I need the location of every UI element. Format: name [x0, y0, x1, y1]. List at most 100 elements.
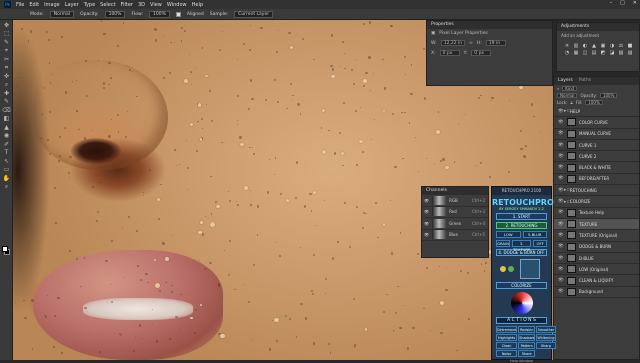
grain-button[interactable]: GRAIN	[496, 240, 510, 247]
adjustment-icon[interactable]: ◫	[581, 50, 589, 56]
type-tool-icon[interactable]: T	[2, 149, 11, 156]
menu-view[interactable]: View	[150, 2, 162, 8]
layer-row[interactable]: 👁︎ TEXTURE	[554, 218, 639, 231]
move-tool-icon[interactable]: ✥	[2, 22, 11, 29]
marquee-tool-icon[interactable]: ⬚	[2, 30, 11, 37]
visibility-eye-icon[interactable]: 👁︎	[558, 120, 564, 125]
link-icon[interactable]: ∞	[469, 41, 473, 46]
texture-off-button[interactable]: OFF	[533, 240, 547, 247]
channel-row[interactable]: 👁︎ Blue Ctrl+5	[422, 230, 488, 241]
layer-row[interactable]: 👁︎ CLEAN & LIQUIFY	[554, 275, 639, 287]
action-button[interactable]: Pattern	[518, 342, 536, 349]
layer-row[interactable]: 👁︎ Texture Help	[554, 208, 639, 219]
layer-row[interactable]: 👁︎ Background	[554, 287, 639, 299]
visibility-eye-icon[interactable]: 👁︎	[558, 210, 564, 215]
visibility-eye-icon[interactable]: 👁︎	[558, 278, 564, 283]
action-button[interactable]: Share	[518, 350, 536, 357]
menu-select[interactable]: Select	[100, 2, 115, 8]
hand-tool-icon[interactable]: ✋	[2, 175, 11, 182]
adjustment-icon[interactable]: ◐	[581, 43, 589, 49]
layer-row[interactable]: 👁︎ CURVE 1	[554, 140, 639, 152]
adjustment-icon[interactable]: ▣	[599, 43, 607, 49]
layer-row[interactable]: 👁︎ DODGE & BURN	[554, 242, 639, 253]
visibility-eye-icon[interactable]: 👁︎	[424, 221, 429, 226]
x-field[interactable]: 0 px	[439, 50, 460, 56]
layer-row[interactable]: 👁︎ BEFORE/AFTER	[554, 174, 639, 186]
dodge-tool-icon[interactable]: ✐	[2, 141, 11, 148]
visibility-eye-icon[interactable]: 👁︎	[558, 267, 564, 272]
layer-row[interactable]: 👁︎ TEXTURE (Original)	[554, 230, 639, 242]
crop-tool-icon[interactable]: ✂	[2, 56, 11, 63]
adjustment-icon[interactable]: ▦	[572, 50, 580, 56]
layer-row[interactable]: 👁︎ ▸▭ COLORIZE	[554, 196, 639, 208]
quick-select-tool-icon[interactable]: ⌖	[2, 47, 11, 54]
adjustment-icon[interactable]: ▧	[617, 50, 625, 56]
shape-tool-icon[interactable]: ▭	[2, 166, 11, 173]
lock-icon[interactable]: 🔒︎	[570, 100, 572, 105]
action-button[interactable]: Noise	[496, 350, 518, 357]
lasso-tool-icon[interactable]: ✎	[2, 39, 11, 46]
adjustment-icon[interactable]: ▨	[626, 50, 634, 56]
action-button[interactable]: Dirtremove	[496, 326, 518, 333]
visibility-eye-icon[interactable]: 👁︎	[558, 143, 564, 148]
adjustment-icon[interactable]: ◔	[563, 50, 571, 56]
layer-row[interactable]: 👁︎ CURVE 2	[554, 151, 639, 163]
aligned-checkbox[interactable]	[175, 11, 181, 17]
menu-layer[interactable]: Layer	[65, 2, 79, 8]
color-wheel-icon[interactable]	[510, 292, 533, 314]
blur-tool-icon[interactable]: ◉	[2, 132, 11, 139]
visibility-eye-icon[interactable]: 👁︎	[558, 244, 564, 249]
layer-row[interactable]: 👁︎ ▸▭ RETOUCHING	[554, 185, 639, 197]
history-brush-tool-icon[interactable]: ⌫	[2, 107, 11, 114]
path-select-tool-icon[interactable]: ↖	[2, 158, 11, 165]
gradient-tool-icon[interactable]: ▲	[2, 124, 11, 131]
low-button[interactable]: LOW	[496, 231, 521, 238]
adjustment-icon[interactable]: ▥	[572, 43, 580, 49]
menu-image[interactable]: Image	[44, 2, 60, 8]
visibility-eye-icon[interactable]: 👁︎	[558, 176, 564, 181]
adjustment-icon[interactable]: ■	[626, 43, 634, 49]
action-button[interactable]: Sharp	[536, 342, 556, 349]
layer-row[interactable]: 👁︎ ▸▭ HELP	[554, 106, 639, 118]
visibility-eye-icon[interactable]: 👁︎	[558, 289, 564, 294]
maximize-icon[interactable]: □	[620, 0, 625, 6]
channel-row[interactable]: 👁︎ Red Ctrl+3	[422, 207, 488, 218]
adjustment-icon[interactable]: ▲	[590, 43, 598, 49]
mode-select[interactable]: Normal	[49, 10, 75, 18]
blend-mode-select[interactable]: Normal	[557, 93, 578, 98]
visibility-eye-icon[interactable]: 👁︎	[558, 222, 564, 227]
visibility-eye-icon[interactable]: 👁︎	[558, 131, 564, 136]
kind-filter[interactable]: Kind	[562, 86, 578, 91]
menu-filter[interactable]: Filter	[121, 2, 133, 8]
visibility-eye-icon[interactable]: 👁︎	[424, 209, 429, 214]
y-field[interactable]: 0 px	[471, 50, 492, 56]
clone-stamp-tool-icon[interactable]: ✎	[2, 98, 11, 105]
s-blur-button[interactable]: S-BLUR	[522, 231, 547, 238]
texture-button[interactable]: 3. TEXTURE	[511, 240, 532, 252]
visibility-eye-icon[interactable]: 👁︎	[558, 165, 564, 170]
frame-tool-icon[interactable]: ⌗	[2, 64, 11, 71]
menu-file[interactable]: File	[16, 2, 24, 8]
channel-row[interactable]: 👁︎ RGB Ctrl+2	[422, 195, 488, 207]
eraser-tool-icon[interactable]: ◧	[2, 115, 11, 122]
sample-select[interactable]: Current Layer	[234, 10, 274, 18]
adjustment-icon[interactable]: ◪	[608, 50, 616, 56]
layer-row[interactable]: 👁︎ D-BLUE	[554, 253, 639, 265]
menu-type[interactable]: Type	[84, 2, 95, 8]
menu-edit[interactable]: Edit	[29, 2, 39, 8]
flow-field[interactable]: 100%	[149, 10, 170, 18]
height-field[interactable]: 19 in	[485, 40, 506, 46]
adjustment-icon[interactable]: ◑	[608, 43, 616, 49]
action-button[interactable]: Whitening	[536, 334, 556, 341]
eyedropper-tool-icon[interactable]: ✜	[2, 73, 11, 80]
layer-row[interactable]: 👁︎ BLACK & WHITE	[554, 162, 639, 174]
fill-field[interactable]: 100%	[585, 100, 603, 105]
retouching-button[interactable]: 2. RETOUCHING	[496, 222, 547, 229]
visibility-eye-icon[interactable]: 👁︎	[558, 154, 564, 159]
colorize-button[interactable]: COLORIZE	[496, 282, 547, 289]
healing-tool-icon[interactable]: ⌕	[2, 81, 11, 88]
adjustment-icon[interactable]: ☀	[563, 43, 571, 49]
adjustments-tab[interactable]: Adjustments	[561, 23, 589, 31]
channel-row[interactable]: 👁︎ Green Ctrl+4	[422, 218, 488, 230]
action-button[interactable]: Smoother	[536, 326, 556, 333]
